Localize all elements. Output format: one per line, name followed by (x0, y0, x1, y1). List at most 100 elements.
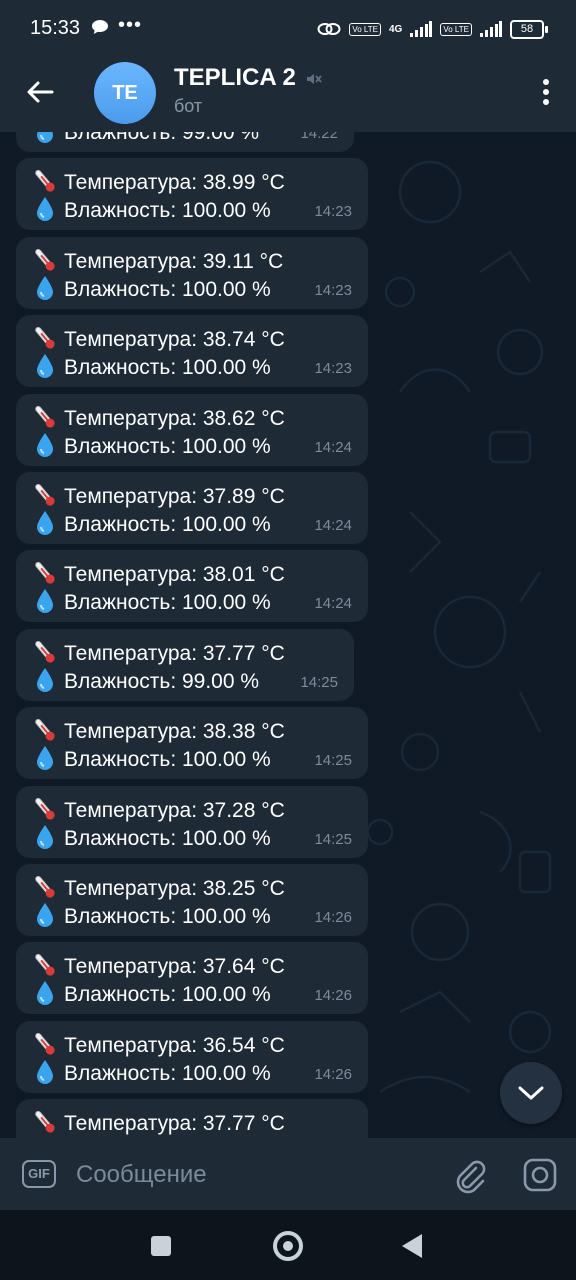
droplet-icon (37, 746, 53, 771)
status-bar: 15:33 ••• Vo LTE 4G Vo LTE 58 (0, 0, 576, 58)
message-bubble[interactable]: Температура: 37.64 °C Влажность: 100.00 %… (16, 942, 368, 1015)
message-bubble[interactable]: Влажность: 99.00 % 14:22 (16, 132, 354, 152)
volte-badge-2: Vo LTE (440, 22, 472, 36)
thermometer-icon (35, 640, 55, 663)
message-input-bar: GIF (0, 1138, 576, 1210)
thermometer-icon (35, 248, 55, 271)
droplet-icon (37, 275, 53, 300)
droplet-icon (37, 354, 53, 379)
droplet-icon (37, 589, 53, 614)
temperature-line: Температура: 37.28 °C (32, 795, 285, 823)
message-bubble[interactable]: Температура: 37.28 °C Влажность: 100.00 %… (16, 785, 368, 858)
message-bubble[interactable]: Температура: 38.01 °C Влажность: 100.00 %… (16, 550, 368, 623)
chat-header: TE TEPLICA 2 бот (0, 58, 576, 132)
droplet-icon (37, 432, 53, 457)
chevron-down-icon (518, 1086, 544, 1100)
battery-level: 58 (510, 19, 544, 39)
back-arrow-icon[interactable] (24, 76, 56, 108)
humidity-text: Влажность: 100.00 % (64, 748, 271, 772)
home-button[interactable] (273, 1231, 303, 1261)
humidity-text: Влажность: 100.00 % (64, 199, 271, 223)
chat-area[interactable]: Влажность: 99.00 % 14:22 Температура: 38.9… (0, 132, 576, 1138)
message-bubble[interactable]: Температура: 38.38 °C Влажность: 100.00 %… (16, 707, 368, 780)
temperature-text: Температура: 38.99 °C (64, 171, 285, 195)
message-time: 14:24 (314, 517, 352, 534)
scroll-down-button[interactable] (500, 1062, 562, 1124)
recents-button[interactable] (151, 1236, 171, 1256)
humidity-line: Влажность: 100.00 % (32, 979, 271, 1007)
message-bubble[interactable]: Температура: 36.54 °C Влажность: 100.00 %… (16, 1020, 368, 1093)
message-bubble[interactable]: Температура: 38.99 °C Влажность: 100.00 %… (16, 158, 368, 231)
paperclip-icon[interactable] (452, 1158, 488, 1194)
camera-icon[interactable] (522, 1157, 558, 1193)
signal-icon-2 (480, 21, 502, 37)
temperature-text: Температура: 37.64 °C (64, 955, 285, 979)
temperature-text: Температура: 37.77 °C (64, 641, 285, 665)
humidity-line: Влажность: 100.00 % (32, 352, 271, 380)
droplet-icon (37, 1059, 53, 1084)
message-bubble[interactable]: Температура: 37.77 °C Влажность: 99.00 % 1… (16, 628, 354, 701)
message-bubble[interactable]: Температура: 37.77 °C (16, 1099, 368, 1138)
thermometer-icon (35, 170, 55, 193)
temperature-text: Температура: 38.25 °C (64, 877, 285, 900)
message-time: 14:22 (300, 132, 338, 142)
temperature-line: Температура: 39.11 °C (32, 246, 283, 274)
message-time: 14:24 (314, 595, 352, 613)
avatar-initials: TE (112, 81, 138, 104)
temperature-line: Температура: 37.89 °C (32, 481, 285, 509)
message-time: 14:24 (314, 438, 352, 456)
droplet-icon (37, 903, 53, 927)
message-time: 14:25 (300, 673, 338, 691)
system-back-button[interactable] (402, 1234, 422, 1258)
humidity-text: Влажность: 100.00 % (64, 983, 271, 1007)
more-vertical-icon[interactable] (540, 76, 552, 108)
message-time: 14:26 (314, 1065, 352, 1083)
system-navigation-bar (0, 1210, 576, 1280)
message-time: 14:25 (314, 830, 352, 848)
message-input[interactable] (74, 1156, 438, 1194)
thermometer-icon (35, 1111, 55, 1133)
message-bubble[interactable]: Температура: 38.74 °C Влажность: 100.00 %… (16, 315, 368, 388)
status-time: 15:33 (30, 17, 81, 39)
thermometer-icon (35, 954, 55, 977)
droplet-icon (37, 667, 53, 692)
temperature-line: Температура: 37.77 °C (32, 1108, 285, 1136)
humidity-line: Влажность: 100.00 % (32, 901, 271, 929)
temperature-line: Температура: 38.01 °C (32, 559, 285, 587)
thermometer-icon (35, 405, 55, 428)
thermometer-icon (35, 875, 55, 898)
gif-button[interactable]: GIF (22, 1160, 56, 1188)
humidity-line: Влажность: 100.00 % (32, 823, 271, 851)
humidity-line: Влажность: 100.00 % (32, 1058, 271, 1086)
droplet-icon (37, 511, 53, 535)
humidity-line: Влажность: 100.00 % (32, 274, 271, 302)
thermometer-icon (35, 1032, 55, 1055)
message-time: 14:23 (314, 203, 352, 221)
humidity-line: Влажность: 100.00 % (32, 431, 271, 459)
temperature-line: Температура: 38.74 °C (32, 324, 285, 352)
network-type: 4G (389, 23, 403, 35)
thermometer-icon (35, 562, 55, 585)
humidity-text: Влажность: 99.00 % (64, 132, 260, 144)
chat-subtitle: бот (174, 96, 203, 116)
temperature-line: Температура: 38.38 °C (32, 716, 285, 744)
signal-icon (410, 21, 433, 37)
avatar[interactable]: TE (94, 62, 156, 124)
message-bubble[interactable]: Температура: 37.89 °C Влажность: 100.00 %… (16, 472, 368, 544)
status-more-dots: ••• (118, 14, 143, 36)
droplet-icon (37, 981, 53, 1006)
thermometer-icon (35, 719, 55, 741)
message-time: 14:26 (314, 909, 352, 926)
droplet-icon (37, 132, 53, 143)
message-bubble[interactable]: Температура: 38.62 °C Влажность: 100.00 %… (16, 393, 368, 466)
message-bubble[interactable]: Температура: 38.25 °C Влажность: 100.00 %… (16, 864, 368, 936)
temperature-text: Температура: 37.89 °C (64, 485, 285, 508)
humidity-line: Влажность: 100.00 % (32, 509, 271, 537)
message-bubble[interactable]: Температура: 39.11 °C Влажность: 100.00 %… (16, 236, 368, 309)
temperature-text: Температура: 36.54 °C (64, 1033, 285, 1057)
temperature-line: Температура: 36.54 °C (32, 1030, 285, 1058)
humidity-line: Влажность: 100.00 % (32, 195, 271, 223)
status-indicators: Vo LTE 4G Vo LTE 58 (317, 16, 548, 42)
chat-title[interactable]: TEPLICA 2 (174, 64, 296, 92)
temperature-text: Температура: 38.38 °C (64, 720, 285, 744)
